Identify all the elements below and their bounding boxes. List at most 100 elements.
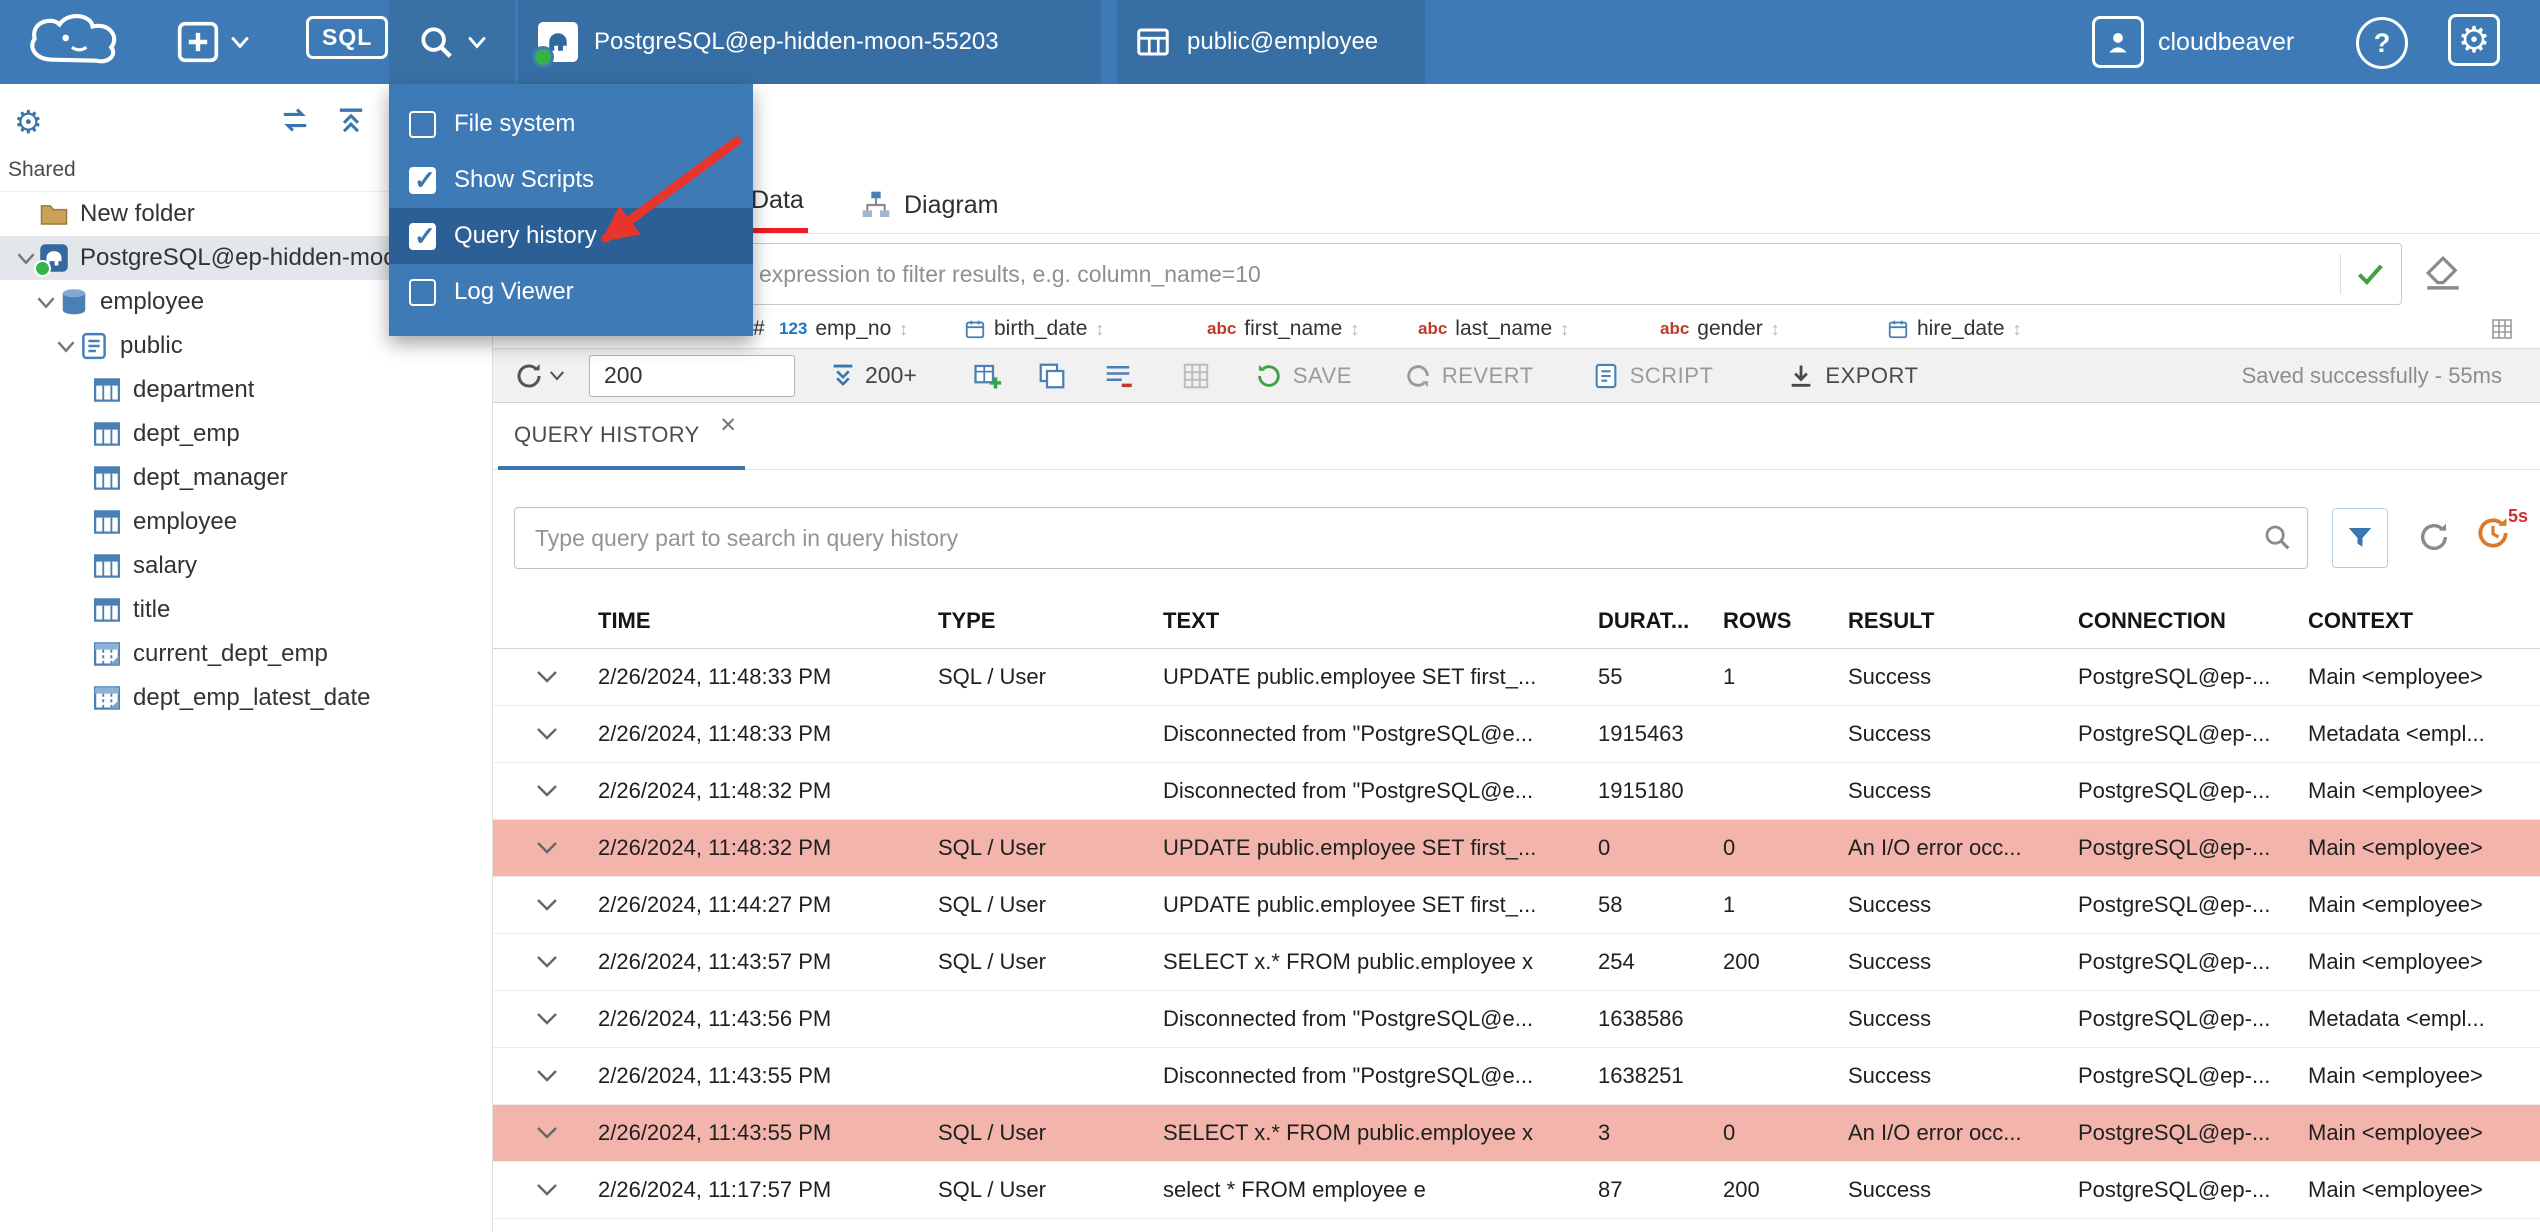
- tab-query-history[interactable]: QUERY HISTORY ✕: [498, 403, 745, 470]
- fetch-next-page-button[interactable]: 200+: [829, 362, 917, 390]
- grid-settings-icon[interactable]: [2490, 317, 2514, 341]
- col-text[interactable]: TEXT: [1147, 608, 1582, 634]
- expand-row-icon[interactable]: [492, 670, 582, 684]
- column-header-birth-date[interactable]: birth_date ↕: [964, 317, 1104, 341]
- new-connection-button[interactable]: [176, 20, 250, 64]
- user-menu[interactable]: cloudbeaver: [2092, 0, 2294, 84]
- history-row[interactable]: 2/26/2024, 11:48:32 PM SQL / User UPDATE…: [492, 820, 2540, 877]
- delete-row-button[interactable]: [1103, 361, 1133, 391]
- menu-item-file-system[interactable]: File system: [389, 96, 753, 152]
- object-tab[interactable]: public@employee: [1117, 0, 1425, 84]
- history-cell-time: 2/26/2024, 11:48:32 PM: [598, 778, 832, 803]
- script-button[interactable]: SCRIPT: [1592, 362, 1714, 390]
- tree-item-table-dept-emp[interactable]: dept_emp: [0, 412, 492, 456]
- revert-button[interactable]: REVERT: [1404, 362, 1534, 390]
- history-cell-result: Success: [1848, 892, 1932, 917]
- tools-menu-button[interactable]: [389, 0, 515, 84]
- expand-row-icon[interactable]: [492, 898, 582, 912]
- filter-expression-input[interactable]: [519, 243, 2334, 305]
- history-row[interactable]: 2/26/2024, 11:43:57 PM SQL / User SELECT…: [492, 934, 2540, 991]
- refresh-button[interactable]: [514, 361, 565, 391]
- auto-refresh-button[interactable]: 5s: [2474, 506, 2532, 552]
- column-header-gender[interactable]: abc gender ↕: [1660, 317, 1780, 341]
- grid-view-button[interactable]: [1181, 361, 1211, 391]
- close-icon[interactable]: ✕: [719, 413, 737, 438]
- history-row[interactable]: 2/26/2024, 11:43:55 PM Disconnected from…: [492, 1048, 2540, 1105]
- expand-row-icon[interactable]: [492, 955, 582, 969]
- col-context[interactable]: CONTEXT: [2292, 608, 2540, 634]
- history-row[interactable]: 2/26/2024, 11:48:32 PM Disconnected from…: [492, 763, 2540, 820]
- history-cell-rows: 1: [1723, 664, 1736, 689]
- column-header-last-name[interactable]: abc last_name ↕: [1418, 317, 1569, 341]
- expander-icon[interactable]: [53, 340, 79, 353]
- history-cell-rows: 200: [1723, 1177, 1760, 1202]
- sort-icon: ↕: [2012, 318, 2022, 339]
- history-row[interactable]: 2/26/2024, 11:44:27 PM SQL / User UPDATE…: [492, 877, 2540, 934]
- history-row[interactable]: 2/26/2024, 11:43:55 PM SQL / User SELECT…: [492, 1105, 2540, 1162]
- history-row[interactable]: 2/26/2024, 11:48:33 PM SQL / User UPDATE…: [492, 649, 2540, 706]
- col-duration[interactable]: DURAT...: [1582, 608, 1707, 634]
- column-header-first-name[interactable]: abc first_name ↕: [1207, 317, 1359, 341]
- tree-item-table-department[interactable]: department: [0, 368, 492, 412]
- expand-row-icon[interactable]: [492, 841, 582, 855]
- expand-row-icon[interactable]: [492, 1012, 582, 1026]
- history-cell-duration: 1638251: [1598, 1063, 1684, 1088]
- tab-data[interactable]: Data: [747, 172, 808, 233]
- history-row[interactable]: 2/26/2024, 11:43:56 PM Disconnected from…: [492, 991, 2540, 1048]
- history-row[interactable]: 2/26/2024, 11:48:33 PM Disconnected from…: [492, 706, 2540, 763]
- tree-item-table-salary[interactable]: salary: [0, 544, 492, 588]
- history-row[interactable]: 2/26/2024, 11:17:57 PM SQL / User select…: [492, 1162, 2540, 1219]
- save-icon: [1258, 364, 1280, 387]
- sidebar-settings-gear-icon[interactable]: ⚙: [14, 106, 43, 138]
- checkbox[interactable]: [409, 110, 436, 138]
- history-cell-type: SQL / User: [938, 1120, 1046, 1145]
- tab-diagram[interactable]: Diagram: [856, 177, 1002, 233]
- history-filter-button[interactable]: [2332, 508, 2388, 568]
- duplicate-row-button[interactable]: [1037, 361, 1067, 391]
- connection-tab[interactable]: PostgreSQL@ep-hidden-moon-55203: [518, 0, 1101, 84]
- expand-row-icon[interactable]: [492, 784, 582, 798]
- col-connection[interactable]: CONNECTION: [2062, 608, 2292, 634]
- add-row-button[interactable]: [973, 361, 1003, 391]
- help-button[interactable]: ?: [2356, 17, 2408, 69]
- col-type[interactable]: TYPE: [922, 608, 1147, 634]
- tree-item-view-current-dept-emp[interactable]: current_dept_emp: [0, 632, 492, 676]
- view-icon: [92, 683, 122, 713]
- expand-row-icon[interactable]: [492, 1069, 582, 1083]
- menu-item-show-scripts[interactable]: Show Scripts: [389, 152, 753, 208]
- col-rows[interactable]: ROWS: [1707, 608, 1832, 634]
- save-button[interactable]: SAVE: [1255, 362, 1352, 390]
- sql-editor-button[interactable]: SQL: [306, 16, 389, 59]
- tree-item-view-dept-emp-latest-date[interactable]: dept_emp_latest_date: [0, 676, 492, 720]
- menu-item-log-viewer[interactable]: Log Viewer: [389, 264, 753, 320]
- column-header-hire-date[interactable]: hire_date ↕: [1887, 317, 2022, 341]
- apply-filter-check-icon[interactable]: [2355, 259, 2385, 289]
- export-button[interactable]: EXPORT: [1787, 362, 1918, 390]
- tree-item-table-title[interactable]: title: [0, 588, 492, 632]
- fetch-size-input[interactable]: [589, 354, 795, 397]
- history-refresh-button[interactable]: [2417, 520, 2451, 554]
- history-cell-connection: PostgreSQL@ep-...: [2078, 664, 2271, 689]
- chevron-down-icon: [468, 36, 486, 49]
- expand-row-icon[interactable]: [492, 727, 582, 741]
- tree-item-table-dept-manager[interactable]: dept_manager: [0, 456, 492, 500]
- tree-item-table-employee[interactable]: employee: [0, 500, 492, 544]
- query-history-search-input[interactable]: [514, 507, 2308, 569]
- string-type-icon: abc: [1418, 319, 1448, 338]
- col-result[interactable]: RESULT: [1832, 608, 2062, 634]
- collapse-all-icon[interactable]: [334, 106, 368, 139]
- expander-icon[interactable]: [33, 296, 59, 309]
- checkbox[interactable]: [409, 165, 436, 196]
- expand-row-icon[interactable]: [492, 1126, 582, 1140]
- menu-item-query-history[interactable]: Query history: [389, 208, 753, 264]
- col-time[interactable]: TIME: [582, 608, 922, 634]
- column-header-emp-no[interactable]: 123 emp_no ↕: [779, 317, 908, 341]
- clear-filter-eraser-icon[interactable]: [2422, 252, 2464, 294]
- checkbox[interactable]: [409, 278, 436, 306]
- expand-row-icon[interactable]: [492, 1183, 582, 1197]
- diagram-icon: [862, 191, 890, 217]
- checkbox[interactable]: [409, 221, 436, 252]
- sync-connections-icon[interactable]: [278, 106, 312, 139]
- revert-icon: [1407, 364, 1429, 387]
- settings-button[interactable]: ⚙: [2448, 14, 2500, 66]
